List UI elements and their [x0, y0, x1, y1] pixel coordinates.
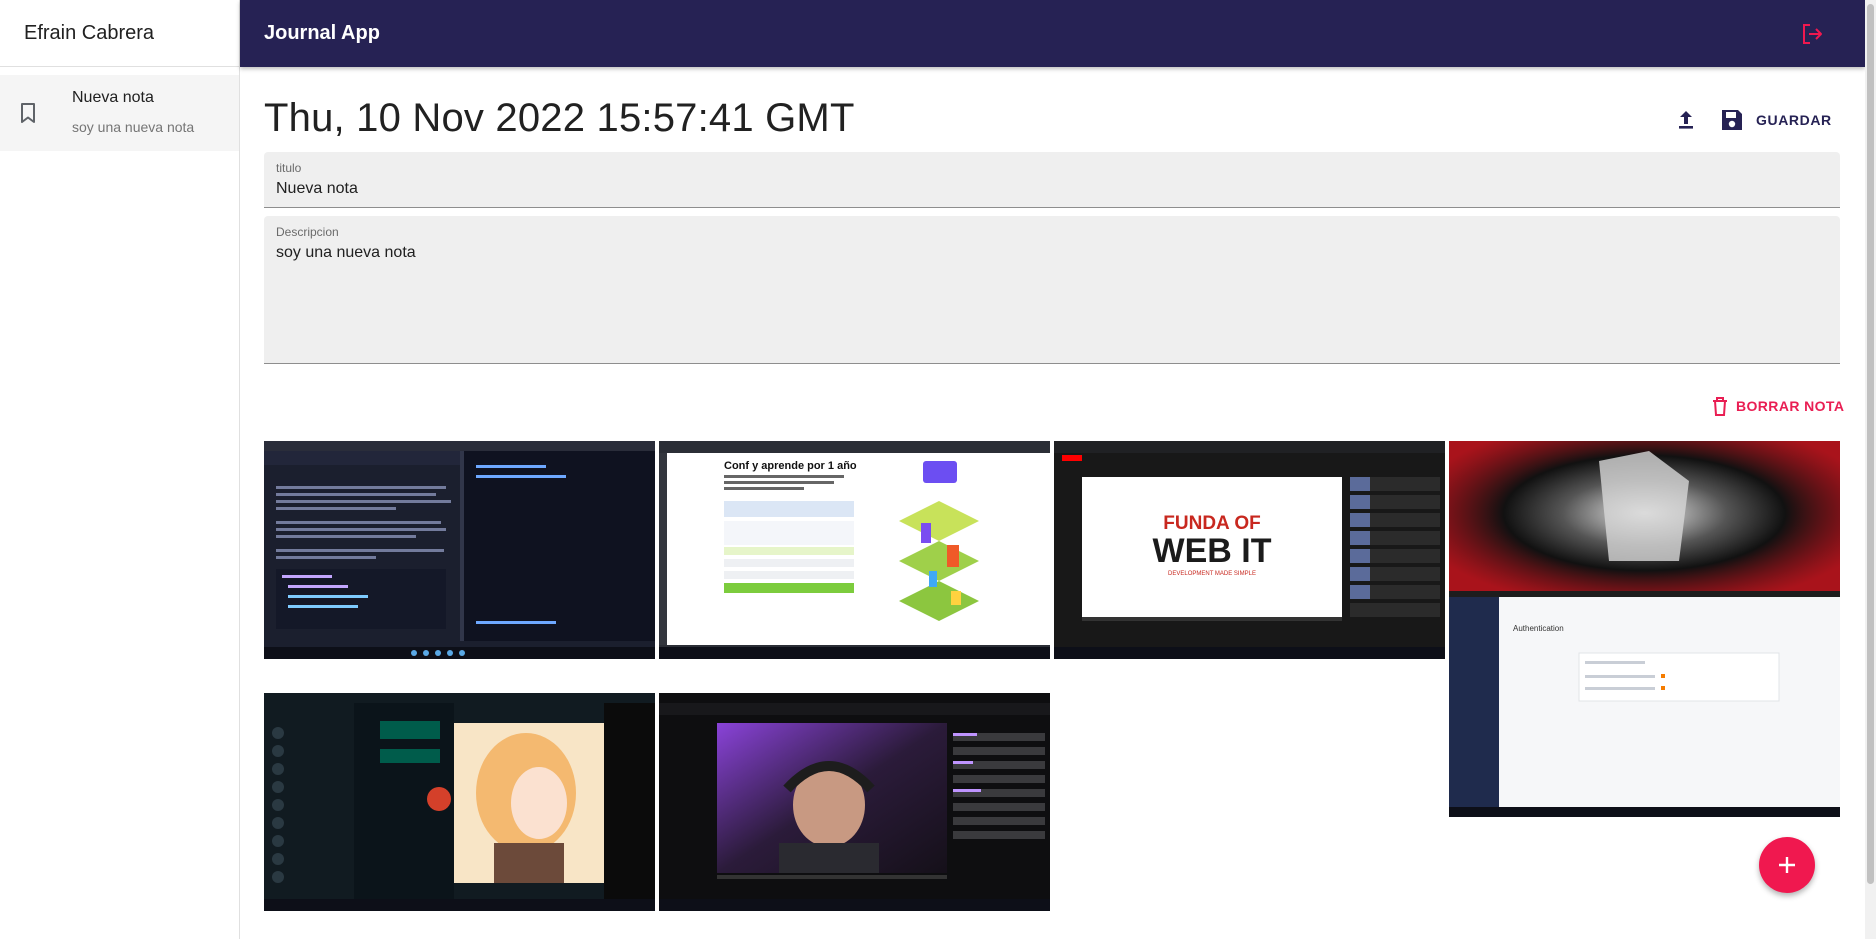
description-field-value[interactable]: soy una nueva nota — [276, 244, 416, 262]
video-tagline: DEVELOPMENT MADE SIMPLE — [1168, 571, 1256, 577]
upload-icon[interactable] — [1672, 106, 1700, 134]
gallery-image[interactable] — [659, 693, 1050, 911]
title-field[interactable]: titulo Nueva nota — [264, 152, 1840, 208]
save-icon — [1722, 110, 1742, 130]
conf-heading: Conf y aprende por 1 año — [724, 460, 857, 472]
gallery-image[interactable] — [264, 693, 655, 911]
app-bar: Journal App — [240, 0, 1865, 67]
video-title-line2: WEB IT — [1153, 532, 1272, 570]
description-field-label: Descripcion — [276, 225, 339, 239]
app-title: Journal App — [264, 22, 380, 44]
video-title-line1: FUNDA OF — [1163, 513, 1260, 534]
user-name: Efrain Cabrera — [24, 21, 155, 44]
add-icon — [1779, 857, 1795, 873]
gallery-image[interactable]: Conf y aprende por 1 año — [659, 441, 1050, 659]
title-field-label: titulo — [276, 161, 302, 175]
title-field-value[interactable]: Nueva nota — [276, 180, 358, 198]
trash-icon — [1713, 397, 1727, 416]
note-item-title: Nueva nota — [72, 89, 154, 106]
sidebar-header: Efrain Cabrera — [0, 0, 239, 67]
note-item-body: soy una nueva nota — [72, 119, 195, 135]
gallery-image[interactable] — [264, 441, 655, 659]
scrollbar-thumb[interactable] — [1867, 4, 1874, 884]
logout-icon[interactable] — [1799, 21, 1825, 47]
gallery-image[interactable]: FUNDA OF WEB IT DEVELOPMENT MADE SIMPLE — [1054, 441, 1445, 659]
add-note-button[interactable] — [1759, 837, 1815, 893]
save-button[interactable]: GUARDAR — [1718, 104, 1832, 136]
gallery-image[interactable]: Authentication — [1449, 441, 1840, 817]
bookmark-icon — [21, 103, 35, 123]
note-date: Thu, 10 Nov 2022 15:57:41 GMT — [264, 96, 855, 140]
page-scrollbar[interactable] — [1865, 0, 1876, 939]
delete-note-button[interactable]: BORRAR NOTA — [1710, 395, 1844, 417]
firebase-panel-title: Authentication — [1513, 624, 1564, 633]
description-field[interactable]: Descripcion soy una nueva nota — [264, 216, 1840, 364]
delete-label: BORRAR NOTA — [1736, 398, 1845, 414]
sidebar-note-item[interactable]: Nueva nota soy una nueva nota — [0, 75, 239, 151]
save-label: GUARDAR — [1756, 112, 1832, 128]
sidebar: Efrain Cabrera Nueva nota soy una nueva … — [0, 0, 240, 939]
